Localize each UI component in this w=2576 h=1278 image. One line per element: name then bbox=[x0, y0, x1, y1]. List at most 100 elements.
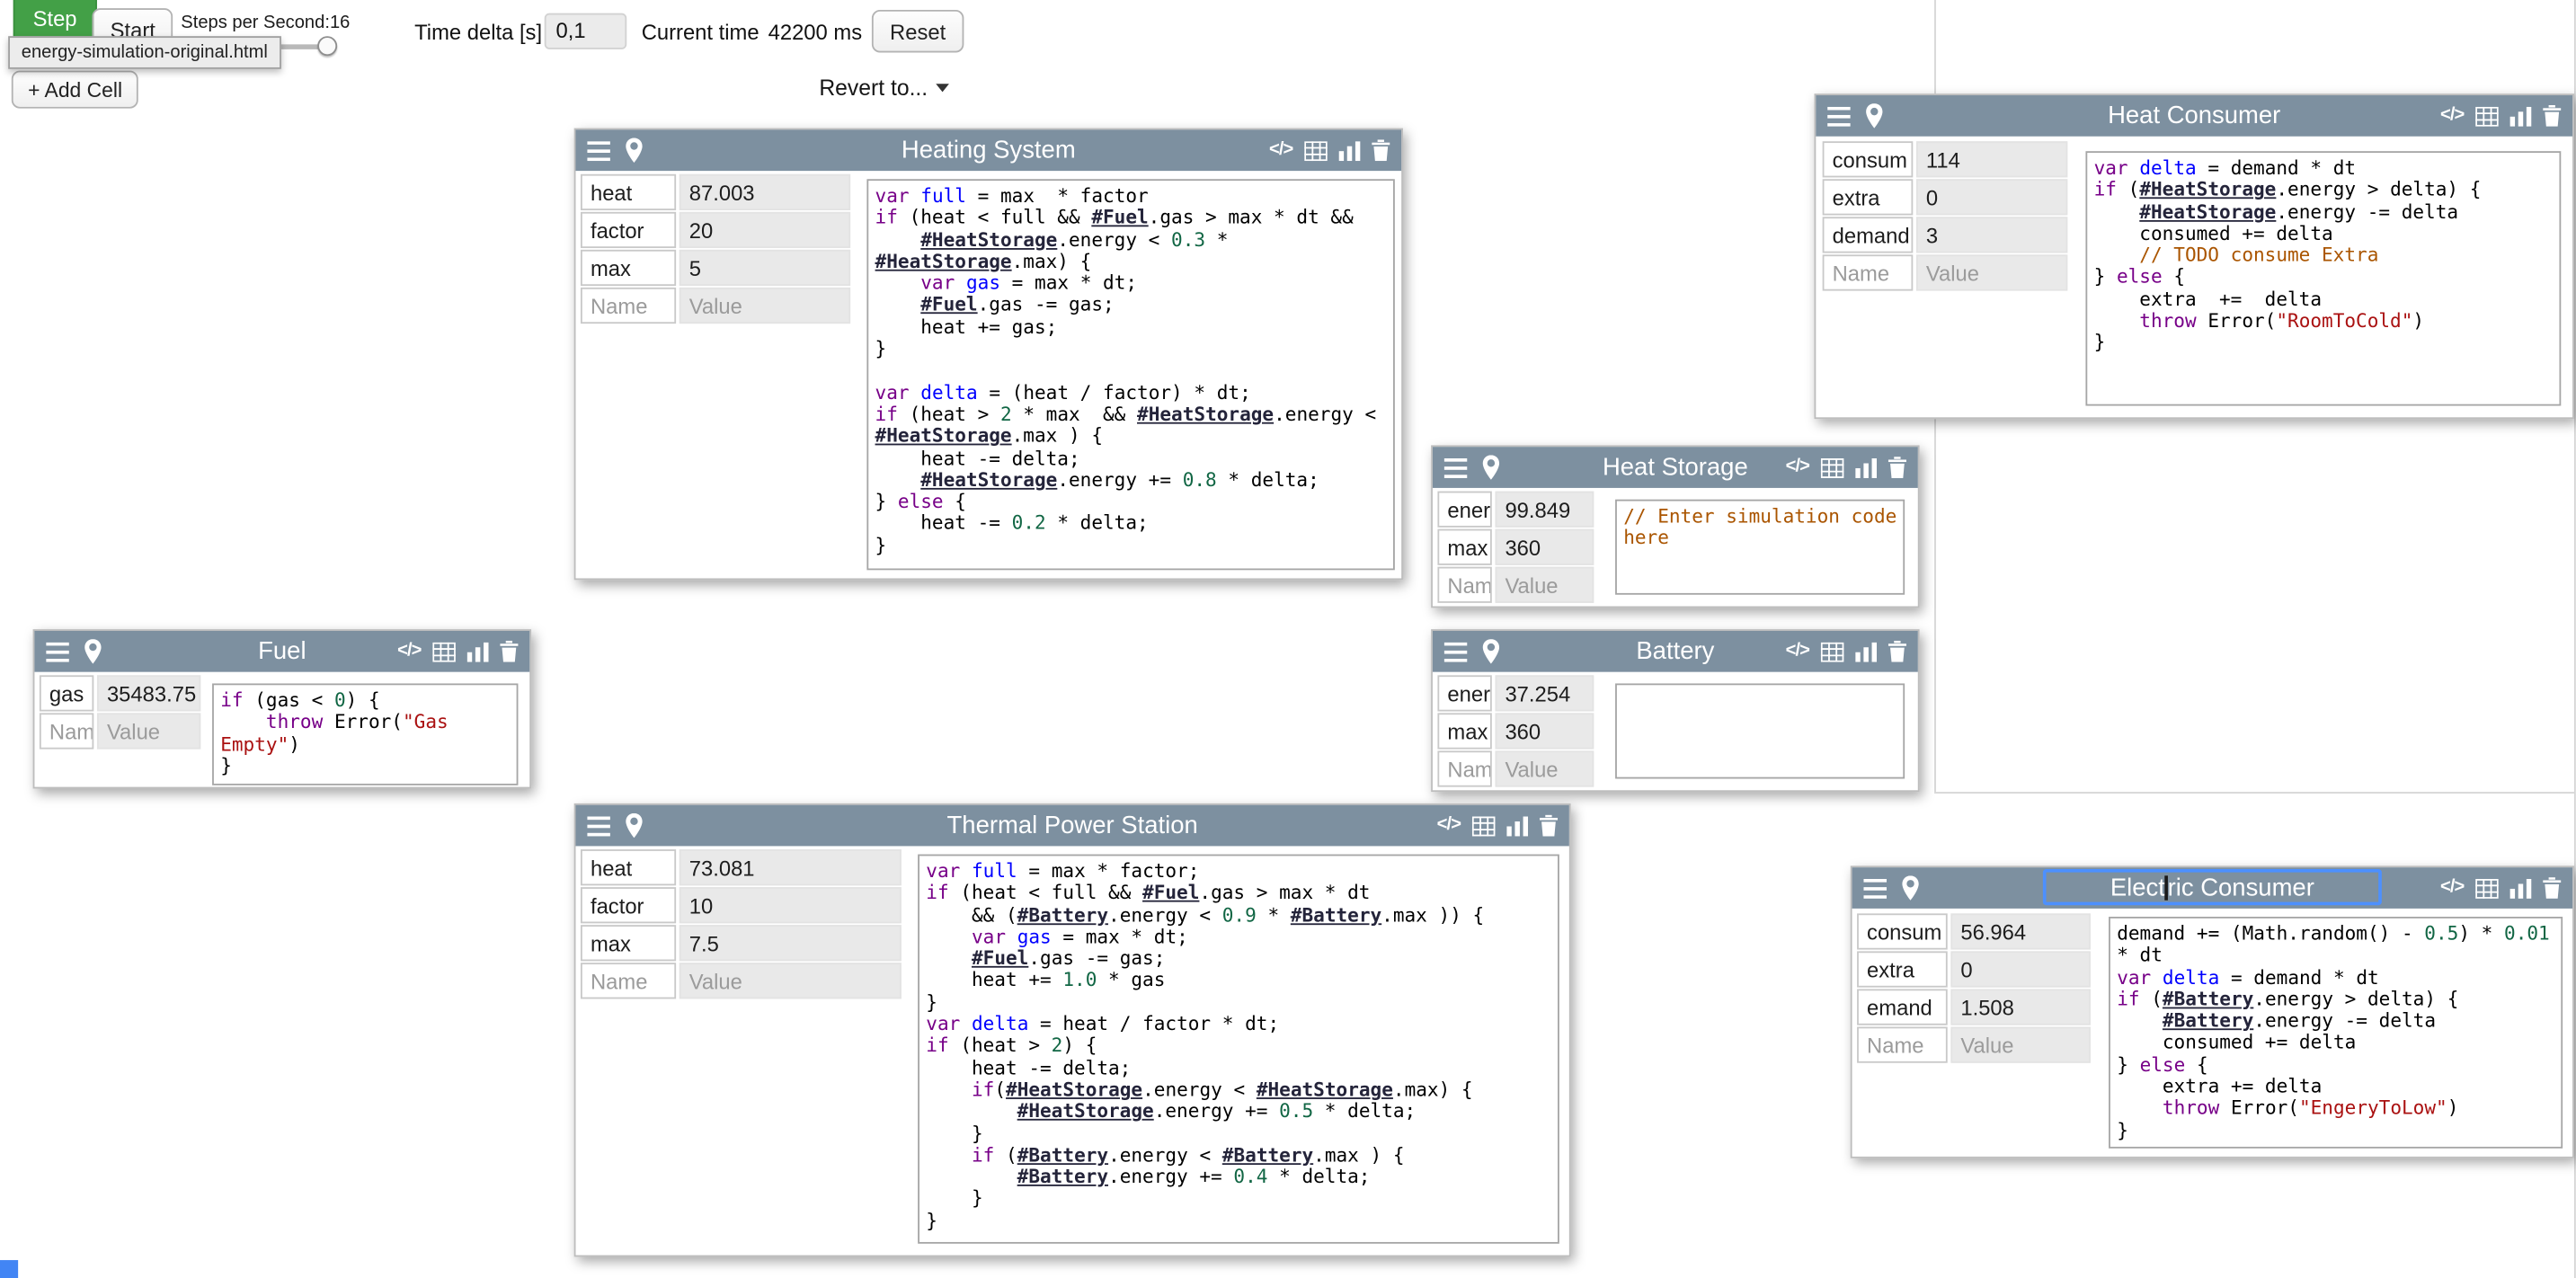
menu-icon[interactable] bbox=[587, 816, 610, 836]
panel-header[interactable]: Fuel </> bbox=[34, 631, 529, 672]
panel-header[interactable]: Heat Consumer </> bbox=[1816, 95, 2572, 137]
code-editor[interactable]: // Enter simulation codehere bbox=[1615, 500, 1905, 595]
chart-view-icon[interactable] bbox=[1506, 816, 1528, 836]
table-view-icon[interactable] bbox=[432, 642, 456, 661]
variable-name-cell[interactable]: Name bbox=[1437, 567, 1491, 603]
table-view-icon[interactable] bbox=[2475, 878, 2499, 898]
code-view-icon[interactable]: </> bbox=[397, 643, 421, 661]
variable-value-cell[interactable]: 37.254 bbox=[1495, 675, 1594, 711]
variable-value-cell[interactable]: Value bbox=[1495, 567, 1594, 603]
variable-value-cell[interactable]: Value bbox=[680, 288, 850, 324]
variable-name-cell[interactable]: max bbox=[1437, 529, 1491, 565]
code-editor[interactable]: var full = max * factor;if (heat < full … bbox=[918, 855, 1559, 1244]
location-pin-icon[interactable] bbox=[1482, 639, 1500, 663]
variable-name-cell[interactable]: max bbox=[581, 250, 676, 286]
variable-name-cell[interactable]: factor bbox=[581, 212, 676, 248]
variable-name-cell[interactable]: extra bbox=[1857, 951, 1948, 987]
variable-value-cell[interactable]: Value bbox=[1916, 254, 2067, 290]
variable-name-cell[interactable]: max bbox=[581, 925, 676, 961]
variable-name-cell[interactable]: heat bbox=[581, 174, 676, 210]
variable-value-cell[interactable]: 73.081 bbox=[680, 849, 902, 885]
variable-name-cell[interactable]: extra bbox=[1823, 179, 1914, 215]
variable-value-cell[interactable]: Value bbox=[680, 963, 902, 998]
variable-value-cell[interactable]: 3 bbox=[1916, 217, 2067, 253]
table-view-icon[interactable] bbox=[1821, 642, 1844, 661]
chart-view-icon[interactable] bbox=[1855, 457, 1877, 477]
code-view-icon[interactable]: </> bbox=[1437, 817, 1461, 835]
menu-icon[interactable] bbox=[1863, 878, 1887, 898]
variable-name-cell[interactable]: gas bbox=[40, 675, 93, 711]
variable-value-cell[interactable]: 114 bbox=[1916, 141, 2067, 177]
trash-icon[interactable] bbox=[2543, 105, 2561, 127]
panel-header[interactable]: Heat Storage </> bbox=[1433, 447, 1918, 488]
variable-value-cell[interactable]: Value bbox=[1950, 1027, 2091, 1063]
trash-icon[interactable] bbox=[500, 641, 518, 662]
menu-icon[interactable] bbox=[1444, 457, 1468, 477]
chart-view-icon[interactable] bbox=[1855, 642, 1877, 661]
variable-value-cell[interactable]: 360 bbox=[1495, 529, 1594, 565]
variable-value-cell[interactable]: Value bbox=[1495, 750, 1594, 786]
variable-name-cell[interactable]: emand bbox=[1857, 989, 1948, 1025]
variable-value-cell[interactable]: 87.003 bbox=[680, 174, 850, 210]
variable-value-cell[interactable]: 360 bbox=[1495, 713, 1594, 749]
variable-name-cell[interactable]: Name bbox=[40, 713, 93, 749]
code-editor[interactable]: var full = max * factorif (heat < full &… bbox=[866, 179, 1394, 570]
variable-value-cell[interactable]: 1.508 bbox=[1950, 989, 2091, 1025]
menu-icon[interactable] bbox=[587, 140, 610, 160]
location-pin-icon[interactable] bbox=[84, 639, 102, 663]
location-pin-icon[interactable] bbox=[625, 138, 643, 163]
table-view-icon[interactable] bbox=[2475, 106, 2499, 126]
location-pin-icon[interactable] bbox=[1901, 875, 1919, 900]
variable-name-cell[interactable]: Name bbox=[581, 288, 676, 324]
code-editor[interactable]: if (gas < 0) { throw Error("GasEmpty")} bbox=[212, 683, 518, 785]
variable-value-cell[interactable]: 99.849 bbox=[1495, 492, 1594, 528]
variable-value-cell[interactable]: 0 bbox=[1916, 179, 2067, 215]
code-view-icon[interactable]: </> bbox=[1269, 141, 1292, 159]
variable-name-cell[interactable]: heat bbox=[581, 849, 676, 885]
trash-icon[interactable] bbox=[2543, 877, 2561, 899]
table-view-icon[interactable] bbox=[1821, 457, 1844, 477]
location-pin-icon[interactable] bbox=[1482, 455, 1500, 479]
code-editor[interactable]: var delta = demand * dtif (#HeatStorage.… bbox=[2085, 151, 2561, 405]
location-pin-icon[interactable] bbox=[625, 813, 643, 838]
chart-view-icon[interactable] bbox=[467, 642, 489, 661]
chart-view-icon[interactable] bbox=[1339, 140, 1361, 160]
panel-header[interactable]: Thermal Power Station </> bbox=[576, 805, 1569, 847]
code-editor[interactable]: demand += (Math.random() - 0.5) * 0.01* … bbox=[2109, 917, 2563, 1149]
variable-name-cell[interactable]: factor bbox=[581, 887, 676, 923]
trash-icon[interactable] bbox=[1888, 457, 1906, 478]
variable-name-cell[interactable]: ener bbox=[1437, 492, 1491, 528]
variable-name-cell[interactable]: ener bbox=[1437, 675, 1491, 711]
variable-value-cell[interactable]: Value bbox=[97, 713, 200, 749]
trash-icon[interactable] bbox=[1540, 815, 1558, 837]
variable-value-cell[interactable]: 56.964 bbox=[1950, 913, 2091, 949]
code-view-icon[interactable]: </> bbox=[2440, 879, 2464, 897]
variable-name-cell[interactable]: max bbox=[1437, 713, 1491, 749]
variable-name-cell[interactable]: Name bbox=[1823, 254, 1914, 290]
variable-value-cell[interactable]: 5 bbox=[680, 250, 850, 286]
panel-title-input[interactable]: Electric Consumer bbox=[2043, 869, 2382, 905]
chart-view-icon[interactable] bbox=[2510, 878, 2532, 898]
variable-name-cell[interactable]: consum bbox=[1823, 141, 1914, 177]
variable-value-cell[interactable]: 0 bbox=[1950, 951, 2091, 987]
trash-icon[interactable] bbox=[1888, 641, 1906, 662]
variable-value-cell[interactable]: 20 bbox=[680, 212, 850, 248]
table-view-icon[interactable] bbox=[1304, 140, 1328, 160]
table-view-icon[interactable] bbox=[1472, 816, 1496, 836]
menu-icon[interactable] bbox=[46, 642, 69, 661]
variable-name-cell[interactable]: Name bbox=[1857, 1027, 1948, 1063]
panel-header[interactable]: Electric Consumer </> bbox=[1852, 867, 2573, 909]
code-view-icon[interactable]: </> bbox=[1786, 643, 1809, 661]
location-pin-icon[interactable] bbox=[1865, 103, 1883, 128]
panel-header[interactable]: Battery </> bbox=[1433, 631, 1918, 672]
variable-value-cell[interactable]: 10 bbox=[680, 887, 902, 923]
code-view-icon[interactable]: </> bbox=[1786, 458, 1809, 476]
variable-name-cell[interactable]: Name bbox=[1437, 750, 1491, 786]
variable-value-cell[interactable]: 35483.75 bbox=[97, 675, 200, 711]
code-view-icon[interactable]: </> bbox=[2440, 107, 2464, 125]
variable-name-cell[interactable]: Name bbox=[581, 963, 676, 998]
panel-title[interactable]: Thermal Power Station bbox=[576, 812, 1569, 839]
variable-value-cell[interactable]: 7.5 bbox=[680, 925, 902, 961]
menu-icon[interactable] bbox=[1827, 106, 1851, 126]
panel-header[interactable]: Heating System </> bbox=[576, 129, 1402, 171]
